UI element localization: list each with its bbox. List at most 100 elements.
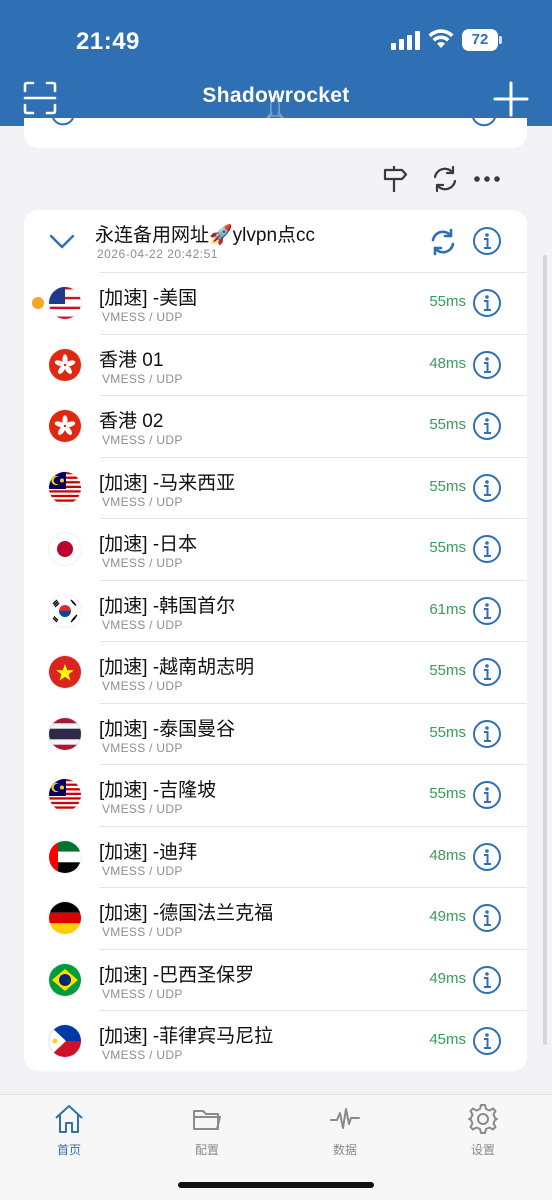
th-flag-icon [49,717,81,750]
node-row[interactable]: [加速] -巴西圣保罗 VMESS / UDP 49ms [24,948,527,1011]
folder-icon [193,1110,221,1130]
info-icon[interactable] [472,288,502,318]
cellular-signal-icon [391,31,420,50]
group-name: 永连备用网址🚀ylvpn点cc [95,225,316,246]
info-icon[interactable] [472,842,502,872]
node-name: [加速] -菲律宾马尼拉 [99,1026,274,1047]
node-name: [加速] -巴西圣保罗 [99,964,255,986]
chevron-down-icon[interactable] [48,230,76,252]
node-name: [加速] -吉隆坡 [99,780,217,801]
info-icon[interactable] [472,350,502,380]
node-row[interactable]: [加速] -马来西亚 VMESS / UDP 55ms [24,456,527,519]
scrollbar[interactable] [543,255,547,1045]
node-protocol: VMESS / UDP [102,802,183,816]
node-list: [加速] -美国 VMESS / UDP 55ms 香港 01 VMESS / UDP 4… [24,272,527,1071]
signpost-icon[interactable] [380,164,410,194]
more-icon[interactable] [472,164,502,194]
node-protocol: VMESS / UDP [102,617,183,632]
group-updated-time: 2026-04-22 20:42:51 [97,247,218,261]
subscription-group-card: 永连备用网址🚀ylvpn点cc 2026-04-22 20:42:51 [加速]… [24,210,527,1071]
node-name: [加速] -日本 [99,534,198,555]
node-name: [加速] -德国法兰克福 [99,903,274,924]
activity-icon [330,1108,360,1129]
vn-flag-icon [49,656,81,688]
home-indicator [178,1182,374,1188]
node-protocol: VMESS / UDP [102,1048,183,1062]
kr-flag-icon [49,594,81,627]
info-icon[interactable] [472,657,502,687]
node-latency: 49ms [429,969,466,987]
info-icon[interactable] [472,473,502,503]
node-protocol: VMESS / UDP [102,310,183,324]
node-name: [加速] -迪拜 [99,841,198,863]
refresh-icon[interactable] [428,227,458,257]
node-latency: 55ms [429,477,466,495]
node-protocol: VMESS / UDP [102,679,183,693]
info-icon[interactable] [472,903,502,933]
info-icon[interactable] [472,965,502,995]
page-title: Shadowrocket [202,84,350,107]
node-latency: 55ms [429,662,466,679]
tab-config[interactable]: 配置 [162,1103,252,1163]
selected-indicator [32,297,44,309]
info-icon[interactable] [472,1026,502,1056]
info-icon[interactable] [472,534,502,564]
node-row[interactable]: [加速] -越南胡志明 VMESS / UDP 55ms [24,641,527,703]
node-protocol: VMESS / UDP [102,925,183,939]
node-row[interactable]: [加速] -菲律宾马尼拉 VMESS / UDP 45ms [24,1010,527,1071]
node-name: [加速] -韩国首尔 [99,595,236,617]
node-latency: 61ms [429,600,466,618]
node-protocol: VMESS / UDP [102,371,183,386]
node-latency: 55ms [429,416,466,433]
list-toolbar [380,164,510,196]
previous-card [24,118,527,148]
sync-icon[interactable] [430,164,460,194]
ae-flag-icon [49,840,81,873]
header: 21:49 72 Shadowrocket [0,0,552,126]
tab-settings[interactable]: 设置 [438,1103,528,1163]
node-protocol: VMESS / UDP [102,556,183,570]
hk-flag-icon [49,410,81,442]
node-row[interactable]: [加速] -日本 VMESS / UDP 55ms [24,518,527,580]
info-icon[interactable] [472,780,502,810]
us-flag-icon [49,287,81,319]
node-latency: 48ms [429,354,466,372]
info-icon[interactable] [472,118,496,130]
tab-data[interactable]: 数据 [300,1103,390,1163]
battery-icon: 72 [462,29,504,51]
de-flag-icon [49,902,81,934]
node-row[interactable]: [加速] -美国 VMESS / UDP 55ms [24,272,527,334]
node-row[interactable]: 香港 02 VMESS / UDP 55ms [24,395,527,457]
tab-home[interactable]: 首页 [24,1103,114,1163]
home-icon [55,1105,83,1133]
jp-flag-icon [49,533,81,565]
node-row[interactable]: [加速] -吉隆坡 VMESS / UDP 55ms [24,764,527,826]
node-latency: 55ms [429,785,466,802]
node-row[interactable]: 香港 01 VMESS / UDP 48ms [24,333,527,396]
info-icon[interactable] [472,596,502,626]
node-row[interactable]: [加速] -迪拜 VMESS / UDP 48ms [24,825,527,888]
wifi-icon [428,29,454,48]
group-header[interactable]: 永连备用网址🚀ylvpn点cc 2026-04-22 20:42:51 [24,210,527,272]
node-latency: 55ms [429,723,466,741]
node-protocol: VMESS / UDP [102,863,183,878]
info-icon[interactable] [472,226,502,256]
node-latency: 55ms [429,539,466,556]
tab-label: 配置 [194,1143,219,1157]
node-name: [加速] -越南胡志明 [99,657,255,678]
tab-label: 设置 [470,1143,495,1157]
battery-level: 72 [462,29,498,51]
node-latency: 49ms [429,908,466,925]
info-icon[interactable] [472,719,502,749]
node-row[interactable]: [加速] -泰国曼谷 VMESS / UDP 55ms [24,702,527,765]
node-row[interactable]: [加速] -德国法兰克福 VMESS / UDP 49ms [24,887,527,949]
node-latency: 45ms [429,1031,466,1048]
node-protocol: VMESS / UDP [102,740,183,755]
gear-icon [468,1104,498,1134]
node-name: 香港 01 [99,349,164,371]
node-latency: 48ms [429,846,466,864]
info-icon[interactable] [472,411,502,441]
add-button[interactable] [492,80,530,118]
node-name: 香港 02 [99,411,164,432]
node-row[interactable]: [加速] -韩国首尔 VMESS / UDP 61ms [24,579,527,642]
